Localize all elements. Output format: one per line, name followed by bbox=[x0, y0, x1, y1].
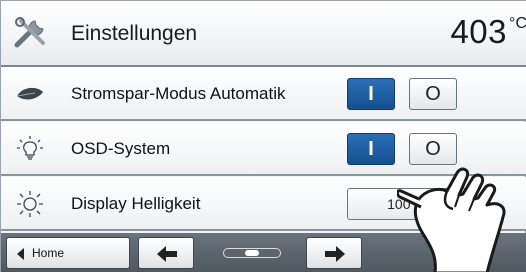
home-button-label: Home bbox=[32, 246, 65, 260]
tools-icon bbox=[14, 17, 45, 48]
page-title: Einstellungen bbox=[71, 22, 198, 45]
settings-screen: Einstellungen 403 °C Stromspar-Modus Aut… bbox=[0, 0, 526, 272]
setting-label: OSD-System bbox=[71, 139, 171, 158]
home-button[interactable]: Home bbox=[6, 237, 130, 269]
temperature-readout: 403 bbox=[450, 13, 507, 50]
leaf-icon bbox=[16, 87, 43, 100]
toggle-on-button[interactable]: I bbox=[347, 78, 395, 110]
toggle-on-button[interactable]: I bbox=[347, 133, 395, 165]
scroll-indicator-icon bbox=[223, 248, 281, 258]
setting-row-energy-saving: Stromspar-Modus Automatik I O bbox=[1, 67, 526, 121]
bulb-icon bbox=[17, 136, 43, 160]
setting-label: Stromspar-Modus Automatik bbox=[71, 84, 286, 103]
arrow-right-icon bbox=[325, 246, 345, 262]
forward-button[interactable] bbox=[306, 237, 362, 269]
header-bar: Einstellungen 403 °C bbox=[1, 1, 526, 67]
home-arrow-icon bbox=[17, 248, 24, 260]
scroll-position-dot bbox=[245, 250, 259, 256]
pointing-hand-icon bbox=[397, 167, 506, 272]
sun-icon bbox=[17, 191, 43, 217]
toggle-off-button[interactable]: O bbox=[409, 78, 457, 110]
setting-label: Display Helligkeit bbox=[71, 194, 201, 213]
back-button[interactable] bbox=[138, 237, 194, 269]
temperature-unit: °C bbox=[509, 15, 526, 32]
arrow-left-icon bbox=[157, 246, 177, 262]
